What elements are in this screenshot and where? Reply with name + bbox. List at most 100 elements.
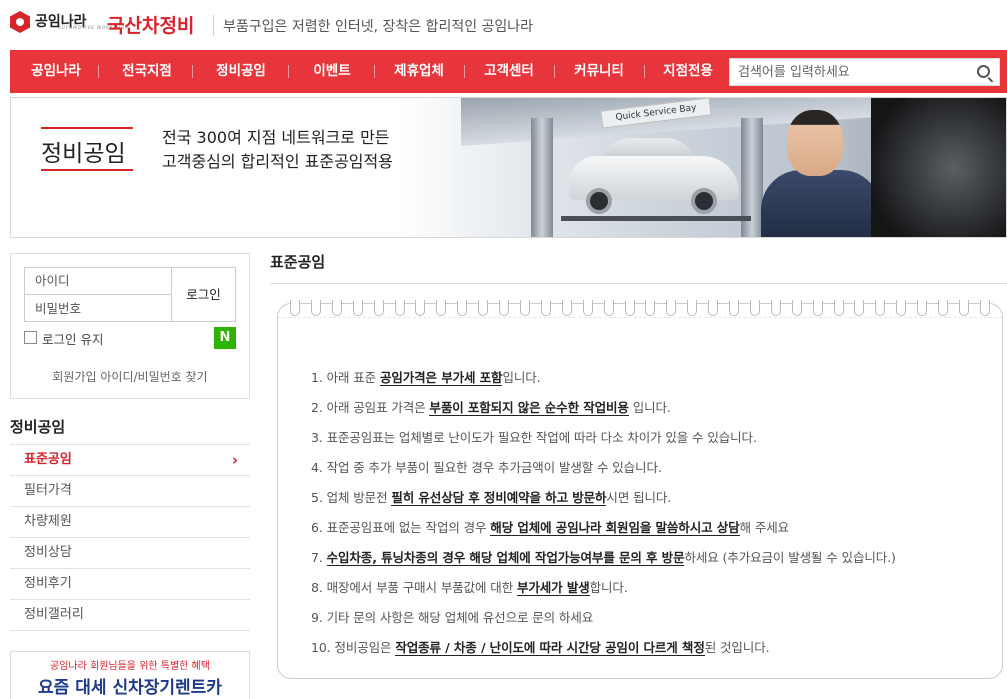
notepad-ring: [687, 300, 698, 316]
notepad-ring: [854, 300, 865, 316]
sidebar-item-label: 필터가격: [24, 483, 72, 498]
notepad-ring: [708, 300, 719, 316]
naver-login-icon[interactable]: N: [214, 327, 236, 349]
brand-title[interactable]: 국산차정비: [107, 11, 194, 38]
car-wheel: [691, 188, 717, 214]
nav-item-event[interactable]: 이벤트: [294, 50, 370, 93]
page-banner: 정비공임 전국 300여 지점 네트워크로 만든 고객중심의 합리적인 표준공임…: [10, 97, 1007, 238]
notice-item: 2. 아래 공임표 가격은 부품이 포함되지 않은 순수한 작업비용 입니다.: [311, 400, 671, 416]
nav-divider: [644, 65, 645, 78]
search-box: [729, 58, 1000, 86]
sidebar-divider: [10, 630, 250, 631]
notepad-ring: [478, 300, 489, 316]
id-field[interactable]: 아이디: [24, 267, 172, 294]
notice-item: 5. 업체 방문전 필히 유선상담 후 정비예약을 하고 방문하시면 됩니다.: [311, 490, 672, 506]
nav-item-partners[interactable]: 제휴업체: [378, 50, 460, 93]
nav-item-community[interactable]: 커뮤니티: [558, 50, 640, 93]
notepad-ring: [394, 300, 405, 316]
password-field[interactable]: 비밀번호: [24, 294, 172, 322]
notepad-ring: [791, 300, 802, 316]
notice-item: 9. 기타 문의 사항은 해당 업체에 유선으로 문의 하세요: [311, 610, 594, 625]
sidebar-item-consult[interactable]: 정비상담: [10, 537, 250, 568]
lift-pillar: [531, 118, 553, 237]
logo-hex-icon: [10, 11, 30, 33]
keep-login-checkbox[interactable]: [24, 331, 37, 344]
notepad-ring: [833, 300, 844, 316]
car-wheel: [586, 188, 612, 214]
sidebar-item-label: 정비갤러리: [24, 607, 84, 622]
rental-ad-banner[interactable]: 공임나라 회원님들을 위한 특별한 혜택 요즘 대세 신차장기렌트카: [10, 651, 250, 699]
notice-item: 8. 매장에서 부품 구매시 부품값에 대한 부가세가 발생합니다.: [311, 580, 628, 596]
notepad-rings: [290, 300, 990, 318]
nav-divider: [192, 65, 193, 78]
notepad-ring: [645, 300, 656, 316]
join-find-links[interactable]: 회원가입 아이디/비밀번호 찾기: [10, 368, 250, 385]
top-header: 공임나라 AUTOMOTIVE WORKSHOP 국산차정비 부품구입은 저렴한…: [0, 0, 1007, 50]
ad-title: 요즘 대세 신차장기렌트카: [38, 678, 222, 698]
lift-platform: [561, 216, 751, 221]
search-icon[interactable]: [977, 65, 990, 78]
nav-divider: [554, 65, 555, 78]
sidebar-item-gallery[interactable]: 정비갤러리: [10, 599, 250, 630]
banner-title-topline: [41, 127, 133, 129]
sidebar-item-standard-labor[interactable]: 표준공임 ›: [10, 444, 250, 475]
mechanic-figure: [761, 110, 881, 237]
sidebar-item-label: 정비후기: [24, 576, 72, 591]
notice-item: 6. 표준공임표에 없는 작업의 경우 해당 업체에 공임나라 회원임을 말씀하…: [311, 520, 790, 536]
notepad-ring: [896, 300, 907, 316]
nav-divider: [374, 65, 375, 78]
banner-description: 전국 300여 지점 네트워크로 만든 고객중심의 합리적인 표준공임적용: [162, 126, 393, 174]
notepad-ring: [331, 300, 342, 316]
search-input[interactable]: [738, 59, 968, 85]
notice-item: 3. 표준공임표는 업체별로 난이도가 필요한 작업에 따라 다소 차이가 있을…: [311, 430, 757, 445]
notepad-ring: [310, 300, 321, 316]
mechanic-body: [761, 170, 881, 237]
nav-divider: [464, 65, 465, 78]
notepad-ring: [749, 300, 760, 316]
mechanic-head: [787, 110, 843, 176]
notepad-ring: [917, 300, 928, 316]
nav-item-gongimnara[interactable]: 공임나라: [20, 50, 92, 93]
sidebar-item-reviews[interactable]: 정비후기: [10, 568, 250, 599]
notepad-ring: [959, 300, 969, 316]
notice-item: 7. 수입차종, 튜닝차종의 경우 해당 업체에 작업가능여부를 문의 후 방문…: [311, 550, 896, 566]
banner-desc-line2: 고객중심의 합리적인 표준공임적용: [162, 152, 393, 171]
notepad-ring: [624, 300, 635, 316]
banner-title: 정비공임: [41, 141, 126, 167]
notepad-ring: [436, 300, 447, 316]
sidebar-item-filter-price[interactable]: 필터가격: [10, 475, 250, 506]
notepad-ring: [457, 300, 468, 316]
nav-item-labor-cost[interactable]: 정비공임: [198, 50, 284, 93]
nav-divider: [288, 65, 289, 78]
nav-item-branch-only[interactable]: 지점전용: [648, 50, 728, 93]
notepad-ring: [938, 300, 949, 316]
chevron-right-icon: ›: [231, 451, 238, 469]
notepad-ring: [561, 300, 572, 316]
notepad-ring: [415, 300, 426, 316]
sidebar-title: 정비공임: [10, 418, 66, 436]
notepad-ring: [373, 300, 384, 316]
banner-title-bottomline: [41, 169, 133, 171]
notice-item: 10. 정비공임은 작업종류 / 차종 / 난이도에 따라 시간당 공임이 다르…: [311, 640, 770, 656]
title-divider: [270, 283, 1007, 284]
notepad-ring: [352, 300, 363, 316]
nav-item-customer-center[interactable]: 고객센터: [468, 50, 550, 93]
notepad-ring: [603, 300, 614, 316]
notepad-ring: [729, 300, 740, 316]
nav-item-branches[interactable]: 전국지점: [106, 50, 188, 93]
login-button[interactable]: 로그인: [171, 267, 236, 322]
notepad-ring: [499, 300, 510, 316]
header-divider: [213, 15, 214, 36]
notice-list: 1. 아래 표준 공임가격은 부가세 포함입니다. 2. 아래 공임표 가격은 …: [311, 366, 991, 666]
notepad-ring: [290, 300, 300, 316]
notepad-ring: [540, 300, 551, 316]
sidebar-item-vehicle-specs[interactable]: 차량제원: [10, 506, 250, 537]
sidebar-item-label: 정비상담: [24, 545, 72, 560]
banner-mechanic-image: Quick Service Bay: [401, 98, 1006, 237]
notepad-ring: [519, 300, 530, 316]
sidebar-item-label: 표준공임: [24, 452, 72, 467]
notepad-ring: [770, 300, 781, 316]
keep-login-label[interactable]: 로그인 유지: [42, 329, 103, 348]
header-tagline: 부품구입은 저렴한 인터넷, 장착은 합리적인 공임나라: [223, 19, 534, 35]
notice-item: 1. 아래 표준 공임가격은 부가세 포함입니다.: [311, 370, 541, 386]
